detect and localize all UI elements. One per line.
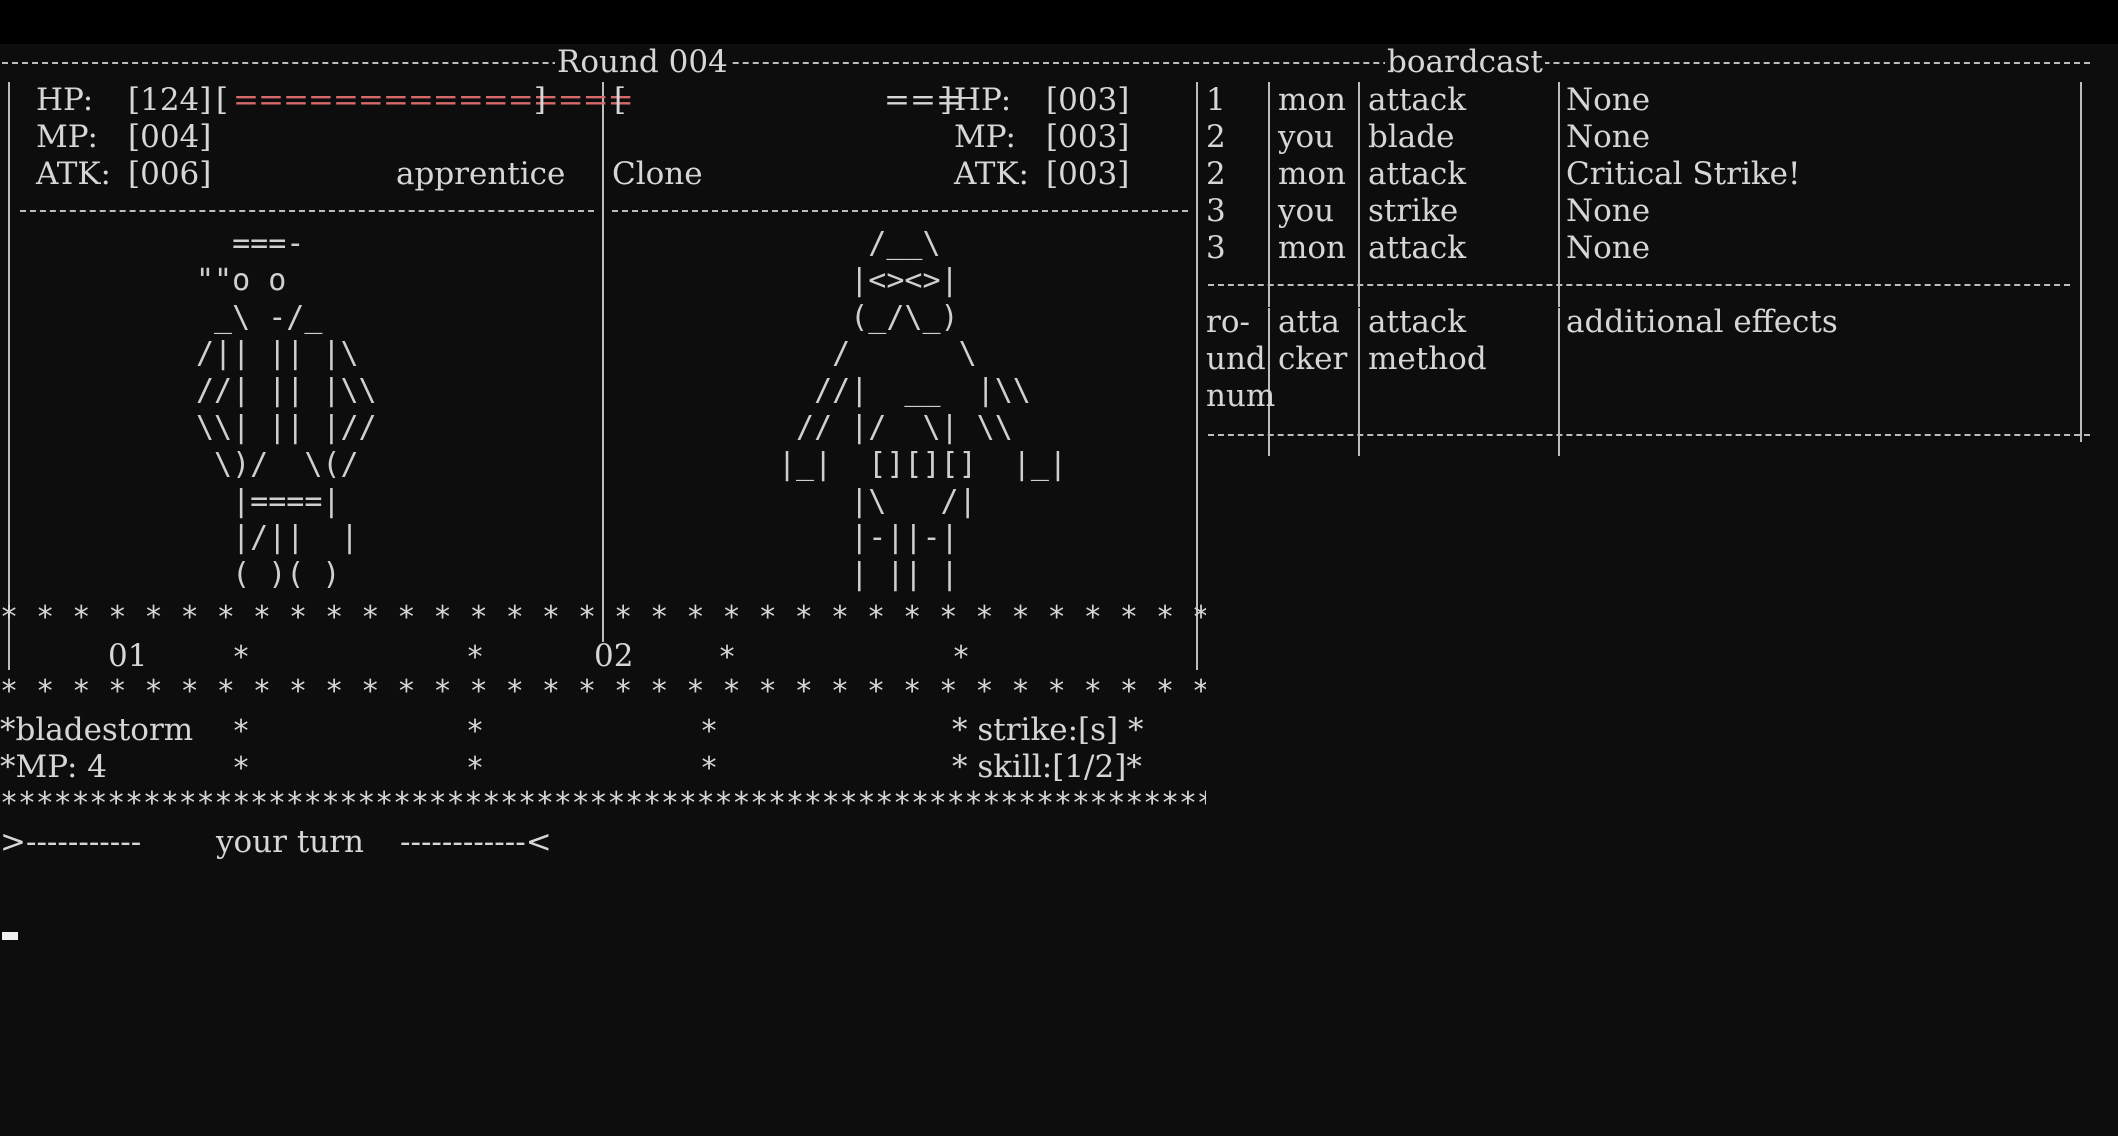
right-border	[2080, 82, 2082, 442]
slot-separator: *	[952, 640, 971, 675]
player-sprite: ===- ""o o _\ -/_ /|| || |\ //| || |\\ \…	[196, 226, 377, 593]
log-header-round: und	[1206, 341, 1266, 377]
slot-separator: *	[718, 640, 737, 675]
log-attacker: mon	[1278, 156, 1347, 192]
log-col-divider-2	[1358, 82, 1360, 307]
slot-left-border	[8, 640, 10, 670]
skill-separator: *	[232, 751, 251, 786]
log-effect: None	[1566, 82, 1651, 118]
log-attacker: mon	[1278, 82, 1347, 118]
log-col-divider-3	[1558, 82, 1560, 307]
skill-slot-2[interactable]: 02	[594, 638, 633, 675]
input-cursor[interactable]	[2, 932, 18, 940]
log-attacker: you	[1278, 119, 1335, 155]
prompt-text: your turn	[216, 824, 365, 860]
prompt-right: ------------<	[400, 824, 552, 860]
slot-separator: *	[466, 640, 485, 675]
log-method: attack	[1368, 82, 1467, 118]
log-round: 2	[1206, 156, 1226, 192]
skill-separator: *	[232, 714, 251, 749]
top-black-bar	[0, 0, 2118, 44]
round-label: Round 004	[555, 44, 730, 81]
enemy-atk-value: [003]	[1046, 156, 1130, 192]
skill-slot-1[interactable]: 01	[108, 638, 147, 675]
log-effect: None	[1566, 193, 1651, 229]
log-header-attacker: cker	[1278, 341, 1348, 377]
log-method: blade	[1368, 119, 1455, 155]
player-hp-label: HP:	[36, 82, 94, 118]
game-screen: Round 004 boardcast HP: [124] [ ========…	[0, 44, 2118, 1136]
enemy-hp-bar-close: ]	[940, 82, 953, 118]
log-col-divider-1	[1268, 82, 1270, 307]
log-method: attack	[1368, 156, 1467, 192]
player-hp-bar-open: [	[216, 82, 229, 118]
enemy-hp-value: [003]	[1046, 82, 1130, 118]
panel-divider	[602, 82, 604, 642]
log-attacker: you	[1278, 193, 1335, 229]
enemy-hp-bar-open: [	[614, 82, 627, 118]
log-header-method: method	[1368, 341, 1487, 377]
log-attacker: mon	[1278, 230, 1347, 266]
player-hp-bar-close: ]	[524, 82, 546, 118]
board-divider	[1196, 82, 1198, 642]
boardcast-title: boardcast	[1385, 44, 1545, 81]
slot-right-border	[1196, 640, 1198, 670]
skill-separator: *	[466, 714, 485, 749]
star-border-top: * * * * * * * * * * * * * * * * * * * * …	[0, 600, 1206, 635]
star-border-bottom: ****************************************…	[0, 786, 1206, 821]
skill-separator: *	[700, 751, 719, 786]
player-mp-value: [004]	[128, 119, 212, 155]
skill-separator: *	[466, 751, 485, 786]
log-bottom-border	[1208, 434, 2090, 436]
log-effect: None	[1566, 230, 1651, 266]
enemy-atk-label: ATK:	[954, 156, 1029, 192]
player-hp-value: [124]	[128, 82, 212, 118]
top-border	[2, 62, 2090, 64]
log-header-method: attack	[1368, 304, 1467, 340]
log-header-round: ro-	[1206, 304, 1250, 340]
log-round: 2	[1206, 119, 1226, 155]
log-method: attack	[1368, 230, 1467, 266]
player-separator	[20, 210, 594, 212]
log-header-attacker: atta	[1278, 304, 1340, 340]
player-mp-label: MP:	[36, 119, 98, 155]
log-header-round: num	[1206, 378, 1276, 414]
player-hp-bar: ================	[233, 82, 634, 118]
enemy-hp-label: HP:	[954, 82, 1012, 118]
skill-mp-cost: *MP: 4	[0, 749, 108, 785]
skill-hint: * skill:[1/2]*	[952, 749, 1142, 785]
enemy-name: Clone	[612, 156, 703, 192]
log-method: strike	[1368, 193, 1459, 229]
skill-separator: *	[700, 714, 719, 749]
enemy-sprite: /__\ |<><>| (_/\_) / \ //| __ |\\ // |/ …	[778, 226, 1067, 593]
log-header-effects: additional effects	[1566, 304, 1838, 340]
skill-name[interactable]: *bladestorm	[0, 712, 193, 749]
log-round: 1	[1206, 82, 1226, 118]
enemy-separator	[612, 210, 1188, 212]
log-header-top-border	[1208, 284, 2070, 286]
log-effect: None	[1566, 119, 1651, 155]
player-atk-label: ATK:	[36, 156, 111, 192]
player-atk-value: [006]	[128, 156, 212, 192]
left-border	[8, 82, 10, 642]
log-round: 3	[1206, 193, 1226, 229]
prompt-left: >-----------	[0, 824, 142, 860]
enemy-mp-label: MP:	[954, 119, 1016, 155]
star-border-middle: * * * * * * * * * * * * * * * * * * * * …	[0, 674, 1206, 709]
player-class: apprentice	[396, 156, 566, 192]
strike-hint: * strike:[s] *	[952, 712, 1144, 748]
enemy-mp-value: [003]	[1046, 119, 1130, 155]
slot-separator: *	[232, 640, 251, 675]
log-round: 3	[1206, 230, 1226, 266]
log-effect: Critical Strike!	[1566, 156, 1801, 192]
